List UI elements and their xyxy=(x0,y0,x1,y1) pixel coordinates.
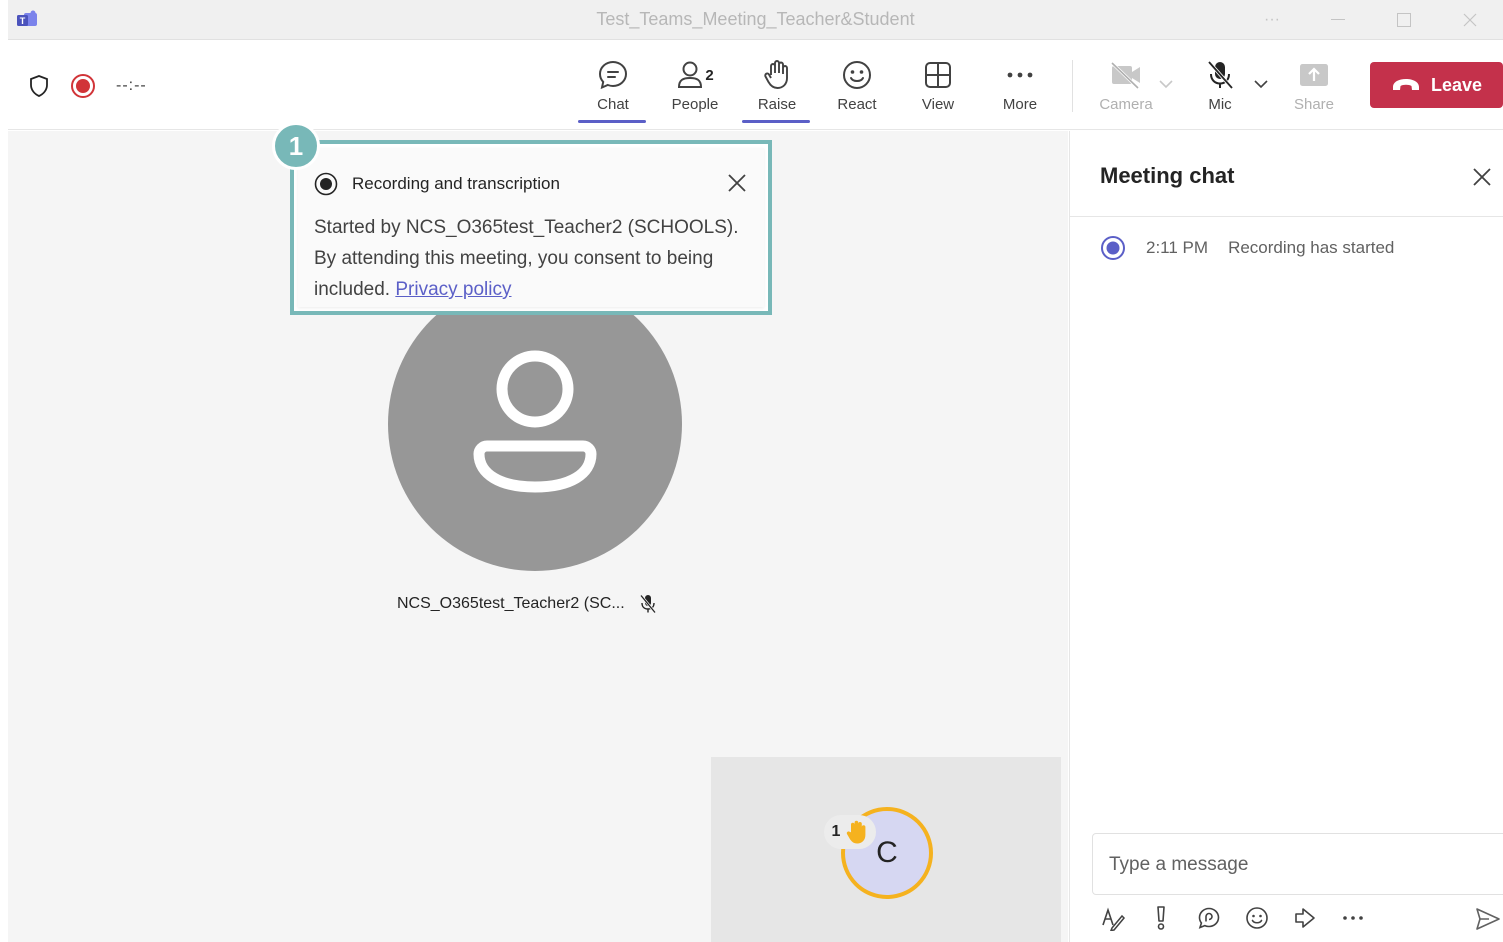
raised-hand-icon xyxy=(847,820,866,844)
send-button[interactable] xyxy=(1474,905,1502,933)
react-button[interactable]: React xyxy=(822,58,892,122)
raise-button-label: Raise xyxy=(757,96,797,113)
hand-icon xyxy=(764,60,788,89)
raise-hand-button[interactable]: Raise xyxy=(742,58,812,123)
chat-button-label: Chat xyxy=(597,96,629,113)
leave-button-label: Leave xyxy=(1430,74,1483,95)
forward-button[interactable] xyxy=(1292,905,1318,931)
event-text: Recording has started xyxy=(1228,238,1395,257)
person-icon xyxy=(473,350,597,493)
format-button[interactable] xyxy=(1100,905,1126,931)
privacy-policy-link[interactable]: Privacy policy xyxy=(395,279,511,300)
ellipsis-icon xyxy=(1007,72,1033,78)
camera-button-label: Camera xyxy=(1099,96,1153,113)
grid-icon xyxy=(925,62,951,88)
participant-name-tag: NCS_O365test_Teacher2 (SC... xyxy=(397,594,657,614)
loop-icon xyxy=(1198,907,1220,929)
close-icon xyxy=(1473,168,1491,186)
chat-title: Meeting chat xyxy=(1100,163,1235,188)
chat-button[interactable]: Chat xyxy=(578,58,648,123)
maximize-icon xyxy=(1397,13,1411,27)
recording-notice-title: Recording and transcription xyxy=(352,174,560,193)
mic-muted-icon xyxy=(639,594,656,614)
more-button[interactable]: More xyxy=(985,58,1055,122)
window-more-label: ··· xyxy=(1264,11,1280,28)
event-time: 2:11 PM xyxy=(1146,238,1209,257)
minimize-button[interactable] xyxy=(1305,0,1371,40)
dismiss-notice-button[interactable] xyxy=(724,170,750,196)
recording-timer: --:-- xyxy=(116,77,147,94)
people-button[interactable]: 2 People xyxy=(660,58,730,122)
step-number-badge: 1 xyxy=(272,122,320,170)
composer-toolbar xyxy=(1100,905,1366,931)
self-video-tile[interactable]: C 1 xyxy=(711,757,1061,942)
recording-notice-text: Started by NCS_O365test_Teacher2 (SCHOOL… xyxy=(314,217,739,300)
record-icon[interactable] xyxy=(70,73,96,99)
chat-active-indicator xyxy=(578,120,646,123)
share-icon xyxy=(1300,64,1328,86)
leave-button[interactable]: Leave xyxy=(1370,62,1503,108)
forward-arrow-icon xyxy=(1295,908,1315,928)
react-button-label: React xyxy=(837,96,877,113)
exclamation-icon xyxy=(1157,906,1165,930)
step-number: 1 xyxy=(288,130,304,161)
close-window-button[interactable] xyxy=(1437,0,1503,40)
mark-important-button[interactable] xyxy=(1148,905,1174,931)
toolbar-divider xyxy=(1072,60,1073,112)
raise-active-indicator xyxy=(742,120,810,123)
camera-options-chevron-down-icon[interactable] xyxy=(1158,78,1174,90)
participant-name: NCS_O365test_Teacher2 (SC... xyxy=(397,595,625,612)
raised-hand-badge: 1 xyxy=(824,815,876,849)
composer-more-button[interactable] xyxy=(1340,905,1366,931)
camera-off-icon xyxy=(1110,61,1140,90)
share-button-label: Share xyxy=(1293,96,1335,113)
share-button[interactable]: Share xyxy=(1279,58,1349,122)
mic-off-icon xyxy=(1207,60,1234,90)
meeting-toolbar: --:-- Chat 2 People Raise React View Mor… xyxy=(8,40,1503,130)
minimize-icon xyxy=(1331,19,1345,20)
smiley-icon xyxy=(1246,907,1268,929)
meeting-chat-panel: Meeting chat 2:11 PM Recording has start… xyxy=(1069,131,1503,942)
format-pen-icon xyxy=(1102,907,1126,931)
loop-component-button[interactable] xyxy=(1196,905,1222,931)
chat-header: Meeting chat xyxy=(1070,131,1503,217)
emoji-button[interactable] xyxy=(1244,905,1270,931)
mic-button[interactable]: Mic xyxy=(1185,58,1255,122)
people-count: 2 xyxy=(705,66,714,84)
phone-hangup-icon xyxy=(1392,79,1419,90)
recording-indicator-icon xyxy=(314,172,338,196)
self-avatar-initial: C xyxy=(876,836,898,869)
smiley-icon xyxy=(843,61,871,89)
shield-icon[interactable] xyxy=(28,74,50,98)
camera-button[interactable]: Camera xyxy=(1091,58,1161,122)
recording-notice-callout: Recording and transcription Started by N… xyxy=(290,140,772,315)
view-button[interactable]: View xyxy=(903,58,973,122)
window-more-button[interactable]: ··· xyxy=(1239,0,1305,40)
close-icon xyxy=(1463,13,1477,27)
participant-avatar[interactable] xyxy=(388,277,682,571)
title-bar: T Test_Teams_Meeting_Teacher&Student ··· xyxy=(8,0,1503,40)
close-icon xyxy=(728,174,746,192)
send-icon xyxy=(1476,908,1500,930)
mic-options-chevron-down-icon[interactable] xyxy=(1253,78,1269,90)
ellipsis-icon xyxy=(1343,916,1363,920)
people-button-label: People xyxy=(671,96,719,113)
recording-notice-body: Started by NCS_O365test_Teacher2 (SCHOOL… xyxy=(314,212,764,305)
view-button-label: View xyxy=(921,96,955,113)
raised-hand-count: 1 xyxy=(831,823,841,840)
mic-button-label: Mic xyxy=(1208,96,1232,113)
chat-bubble-icon xyxy=(598,60,628,90)
chat-system-event: 2:11 PM Recording has started xyxy=(1100,235,1394,261)
recording-started-icon xyxy=(1101,236,1125,260)
message-composer xyxy=(1092,833,1503,895)
maximize-button[interactable] xyxy=(1371,0,1437,40)
more-button-label: More xyxy=(1002,96,1038,113)
message-input[interactable] xyxy=(1109,850,1489,880)
close-chat-button[interactable] xyxy=(1468,163,1496,191)
people-icon xyxy=(678,61,703,88)
